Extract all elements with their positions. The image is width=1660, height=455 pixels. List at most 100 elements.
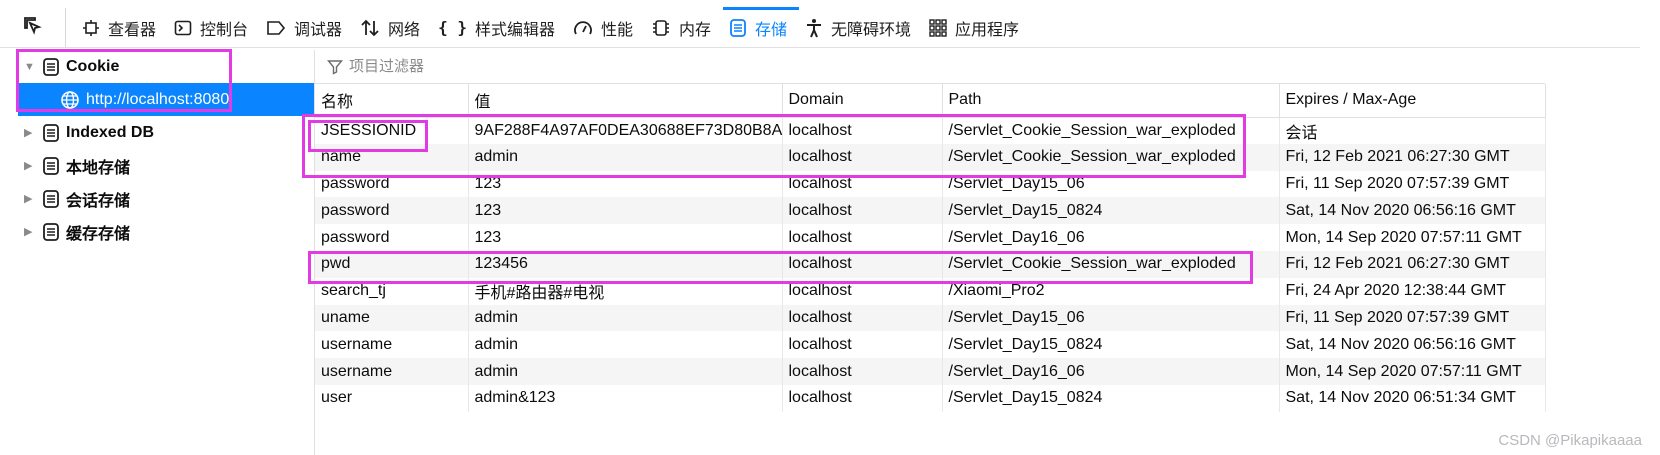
table-row[interactable]: user admin&123 localhost/Servlet_Day15_082… <box>315 384 1546 412</box>
cell-domain[interactable]: localhost <box>782 170 943 198</box>
cell-value[interactable]: admin <box>468 358 783 385</box>
tab-network[interactable]: 网络 <box>354 8 432 47</box>
collapsed-arrow-icon[interactable]: ▶ <box>24 192 38 205</box>
tree-item-label: 缓存存储 <box>66 225 131 243</box>
cell-name[interactable]: uname <box>315 304 469 332</box>
cell-name[interactable]: password <box>315 170 469 198</box>
devtools-toolbar: 查看器 控制台 调试器 网络 { } 样式编辑器 性能 内存 存储 无障碍环境 … <box>0 7 1640 48</box>
cell-domain[interactable]: localhost <box>782 197 943 225</box>
tab-label: 控制台 <box>200 21 249 39</box>
cell-expires[interactable]: Mon, 14 Sep 2020 07:57:11 GMT <box>1279 224 1546 251</box>
collapsed-arrow-icon[interactable]: ▶ <box>24 225 38 238</box>
column-header-path[interactable]: Path <box>942 84 1280 118</box>
cell-expires[interactable]: Fri, 11 Sep 2020 07:57:39 GMT <box>1279 170 1546 198</box>
cell-domain[interactable]: localhost <box>782 250 943 278</box>
table-row[interactable]: password 123 localhost/Servlet_Day15_06 Fri… <box>315 170 1546 198</box>
tree-item-localhost[interactable]: http://localhost:8080 <box>18 83 314 116</box>
cell-path[interactable]: /Servlet_Day15_0824 <box>942 384 1280 412</box>
cell-name[interactable]: username <box>315 331 469 359</box>
tab-accessibility[interactable]: 无障碍环境 <box>799 8 923 47</box>
expanded-arrow-icon[interactable]: ▼ <box>24 61 38 73</box>
tab-performance[interactable]: 性能 <box>567 8 645 47</box>
cell-name[interactable]: JSESSIONID <box>315 117 469 144</box>
tab-debugger[interactable]: 调试器 <box>260 8 354 47</box>
tab-inspector[interactable]: 查看器 <box>76 8 168 47</box>
cell-expires[interactable]: Mon, 14 Sep 2020 07:57:11 GMT <box>1279 358 1546 385</box>
column-header-domain[interactable]: Domain <box>782 84 943 118</box>
cell-path[interactable]: /Servlet_Cookie_Session_war_exploded <box>942 143 1280 171</box>
cell-expires[interactable]: Sat, 14 Nov 2020 06:51:34 GMT <box>1279 384 1546 412</box>
cell-path[interactable]: /Servlet_Day15_06 <box>942 304 1280 332</box>
debugger-icon <box>266 19 286 37</box>
tree-item-cache-storage[interactable]: ▶ 缓存存储 <box>18 215 314 248</box>
cell-domain[interactable]: localhost <box>782 331 943 359</box>
cell-name[interactable]: username <box>315 358 469 385</box>
cell-value[interactable]: 手机#路由器#电视 <box>468 277 783 305</box>
cell-path[interactable]: /Servlet_Day15_06 <box>942 170 1280 198</box>
cell-expires[interactable]: Sat, 14 Nov 2020 06:56:16 GMT <box>1279 331 1546 359</box>
cell-path[interactable]: /Servlet_Day15_0824 <box>942 197 1280 225</box>
cell-path[interactable]: /Servlet_Day16_06 <box>942 358 1280 385</box>
cell-path[interactable]: /Servlet_Cookie_Session_war_exploded <box>942 117 1280 144</box>
cell-value[interactable]: 123 <box>468 224 783 251</box>
cell-expires[interactable]: Fri, 11 Sep 2020 07:57:39 GMT <box>1279 304 1546 332</box>
cell-domain[interactable]: localhost <box>782 277 943 305</box>
cell-path[interactable]: /Servlet_Day15_0824 <box>942 331 1280 359</box>
cell-expires[interactable]: Fri, 24 Apr 2020 12:38:44 GMT <box>1279 277 1546 305</box>
table-row[interactable]: password 123 localhost/Servlet_Day15_0824 S… <box>315 197 1546 225</box>
table-row[interactable]: password 123 localhost/Servlet_Day16_06 Mon… <box>315 224 1546 251</box>
cell-name[interactable]: password <box>315 197 469 225</box>
table-header-row: 名称 值 Domain Path Expires / Max-Age <box>315 84 1546 118</box>
cell-value[interactable]: admin&123 <box>468 384 783 412</box>
table-row[interactable]: JSESSIONID 9AF288F4A97AF0DEA30688EF73D80B… <box>315 117 1546 144</box>
cell-expires[interactable]: Fri, 12 Feb 2021 06:27:30 GMT <box>1279 143 1546 171</box>
cell-expires[interactable]: Fri, 12 Feb 2021 06:27:30 GMT <box>1279 250 1546 278</box>
cell-domain[interactable]: localhost <box>782 117 943 144</box>
table-row[interactable]: name admin localhost/Servlet_Cookie_Sessio… <box>315 143 1546 171</box>
tree-item-indexed-db[interactable]: ▶ Indexed DB <box>18 116 314 149</box>
cell-value[interactable]: admin <box>468 304 783 332</box>
tab-style-editor[interactable]: { } 样式编辑器 <box>432 8 567 47</box>
cell-expires[interactable]: 会话 <box>1279 117 1546 144</box>
tab-application[interactable]: 应用程序 <box>923 8 1031 47</box>
cell-domain[interactable]: localhost <box>782 224 943 251</box>
cell-name[interactable]: password <box>315 224 469 251</box>
column-header-expires[interactable]: Expires / Max-Age <box>1279 84 1546 118</box>
cell-value[interactable]: 123 <box>468 170 783 198</box>
table-row[interactable]: username admin localhost/Servlet_Day16_06 M… <box>315 358 1546 385</box>
cell-path[interactable]: /Servlet_Day16_06 <box>942 224 1280 251</box>
collapsed-arrow-icon[interactable]: ▶ <box>24 159 38 172</box>
column-header-value[interactable]: 值 <box>468 84 783 118</box>
cell-value[interactable]: admin <box>468 331 783 359</box>
tree-item-cookie[interactable]: ▼ Cookie <box>18 50 314 83</box>
tab-memory[interactable]: 内存 <box>645 8 723 47</box>
tree-item-session-storage[interactable]: ▶ 会话存储 <box>18 182 314 215</box>
cell-name[interactable]: search_tj <box>315 277 469 305</box>
tab-storage[interactable]: 存储 <box>723 7 800 47</box>
filter-icon <box>327 59 343 75</box>
cell-name[interactable]: user <box>315 384 469 412</box>
cell-value[interactable]: 123456 <box>468 250 783 278</box>
cell-path[interactable]: /Servlet_Cookie_Session_war_exploded <box>942 250 1280 278</box>
cell-domain[interactable]: localhost <box>782 143 943 171</box>
cell-domain[interactable]: localhost <box>782 384 943 412</box>
cell-value[interactable]: 9AF288F4A97AF0DEA30688EF73D80B8A <box>468 117 783 144</box>
column-header-name[interactable]: 名称 <box>315 84 469 118</box>
cell-domain[interactable]: localhost <box>782 304 943 332</box>
cell-path[interactable]: /Xiaomi_Pro2 <box>942 277 1280 305</box>
cell-name[interactable]: pwd <box>315 250 469 278</box>
cell-name[interactable]: name <box>315 143 469 171</box>
tree-item-local-storage[interactable]: ▶ 本地存储 <box>18 149 314 182</box>
cell-domain[interactable]: localhost <box>782 358 943 385</box>
tab-console[interactable]: 控制台 <box>168 8 260 47</box>
table-row[interactable]: pwd 123456 localhost/Servlet_Cookie_Sessio… <box>315 250 1546 278</box>
element-picker-button[interactable] <box>22 8 66 47</box>
collapsed-arrow-icon[interactable]: ▶ <box>24 126 38 139</box>
filter-input[interactable] <box>349 58 749 75</box>
table-row[interactable]: uname admin localhost/Servlet_Day15_06 Fri,… <box>315 304 1546 332</box>
cell-expires[interactable]: Sat, 14 Nov 2020 06:56:16 GMT <box>1279 197 1546 225</box>
cell-value[interactable]: admin <box>468 143 783 171</box>
table-row[interactable]: username admin localhost/Servlet_Day15_082… <box>315 331 1546 359</box>
cell-value[interactable]: 123 <box>468 197 783 225</box>
table-row[interactable]: search_tj 手机#路由器#电视 localhost/Xiaomi_Pro2 F… <box>315 277 1546 305</box>
